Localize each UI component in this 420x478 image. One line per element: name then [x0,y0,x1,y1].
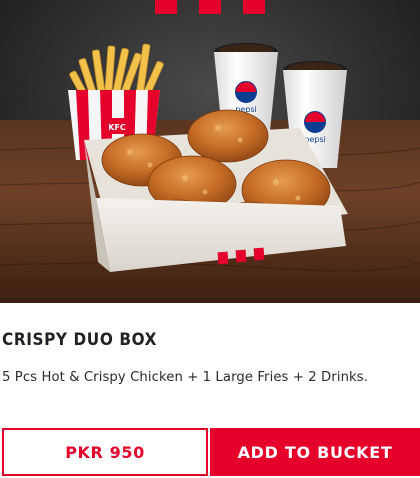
add-to-bucket-button[interactable]: ADD TO BUCKET [210,428,420,476]
product-card: KFC pepsi pepsi CRISPY DUO BOX 5 Pcs Hot… [0,0,420,478]
product-description: 5 Pcs Hot & Crispy Chicken + 1 Large Fri… [2,370,369,385]
price-label: PKR 950 [2,428,208,476]
product-title: CRISPY DUO BOX [2,330,157,350]
fries-brand-text: KFC [108,123,126,132]
product-image[interactable]: KFC pepsi pepsi [0,0,420,303]
